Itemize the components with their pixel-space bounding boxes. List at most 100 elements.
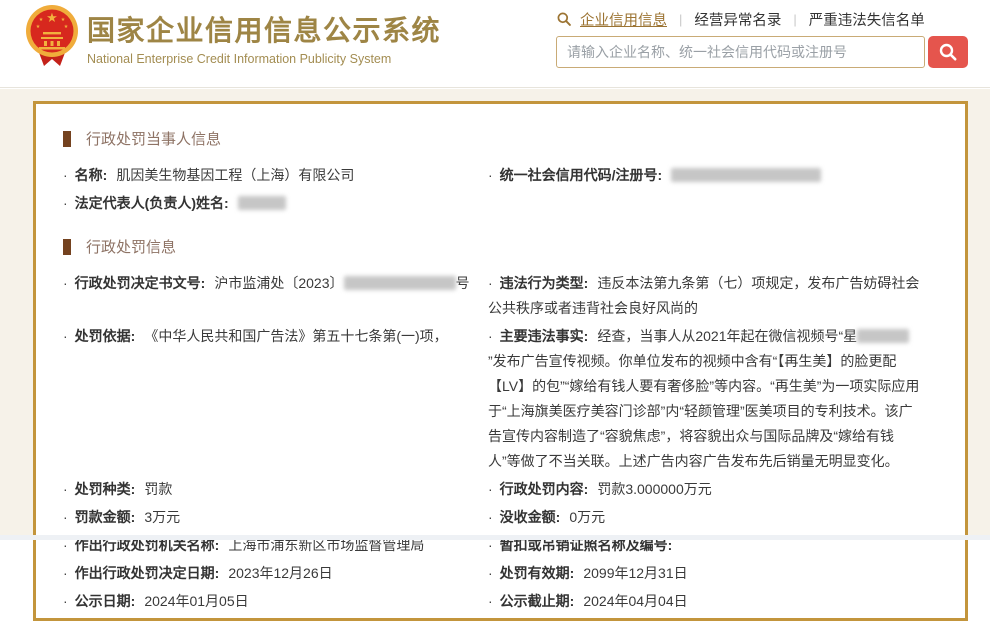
- bullet: ·: [63, 328, 68, 344]
- bullet: ·: [63, 481, 68, 497]
- party-fields: · 名称: 肌因美生物基因工程（上海）有限公司 · 统一社会信用代码/注册号: · 法定…: [63, 163, 939, 216]
- field-publicity-end-date: · 公示截止期: 2024年04月04日: [488, 589, 939, 614]
- svg-text:★: ★: [46, 10, 58, 25]
- brand-text: 国家企业信用信息公示系统 National Enterprise Credit …: [87, 4, 441, 66]
- svg-text:★: ★: [36, 24, 41, 30]
- field-label: 违法行为类型:: [500, 275, 589, 291]
- bullet: ·: [488, 565, 493, 581]
- nav-link-abnormal-operations-list[interactable]: 经营异常名录: [694, 9, 781, 30]
- redacted-value: [238, 196, 286, 210]
- bullet: ·: [63, 275, 68, 291]
- svg-text:★: ★: [39, 17, 44, 23]
- field-label: 处罚有效期:: [500, 565, 575, 581]
- search-input[interactable]: [556, 36, 925, 68]
- field-fine-amount: · 罚款金额: 3万元: [63, 505, 488, 530]
- national-emblem-logo: ★ ★ ★ ★ ★: [24, 4, 80, 68]
- field-label: 名称:: [75, 167, 108, 183]
- bottom-strip: [0, 535, 990, 540]
- field-publicity-date: · 公示日期: 2024年01月05日: [63, 589, 488, 614]
- bullet: ·: [488, 167, 493, 183]
- field-label: 主要违法事实:: [500, 328, 589, 344]
- field-uscc: · 统一社会信用代码/注册号:: [488, 163, 939, 188]
- section-marker: [63, 239, 71, 255]
- bullet: ·: [63, 565, 68, 581]
- search-icon: [556, 11, 572, 27]
- field-decision-doc-no: · 行政处罚决定书文号: 沪市监浦处〔2023〕 号: [63, 271, 488, 321]
- empty-cell: [488, 191, 939, 216]
- section-title: 行政处罚当事人信息: [86, 128, 221, 149]
- field-decision-date: · 作出行政处罚决定日期: 2023年12月26日: [63, 561, 488, 586]
- field-value: 2024年01月05日: [144, 593, 248, 609]
- svg-text:★: ★: [64, 24, 69, 30]
- nav-separator: |: [793, 12, 796, 27]
- field-label: 罚款金额:: [75, 509, 136, 525]
- field-value: 2024年04月04日: [583, 593, 687, 609]
- field-label: 公示日期:: [75, 593, 136, 609]
- svg-text:★: ★: [61, 17, 66, 23]
- redacted-value: [671, 168, 821, 182]
- field-label: 法定代表人(负责人)姓名:: [75, 195, 229, 211]
- magnifier-icon: [938, 42, 958, 62]
- field-name: · 名称: 肌因美生物基因工程（上海）有限公司: [63, 163, 488, 188]
- field-violation-type: ·违法行为类型:违反本法第九条第（七）项规定，发布广告妨碍社会公共秩序或者违背社…: [488, 271, 939, 321]
- field-label: 行政处罚决定书文号:: [75, 275, 206, 291]
- field-label: 公示截止期:: [500, 593, 575, 609]
- field-confiscation-amount: · 没收金额: 0万元: [488, 505, 939, 530]
- field-label: 处罚依据:: [75, 328, 136, 344]
- bullet: ·: [63, 593, 68, 609]
- site-subtitle: National Enterprise Credit Information P…: [87, 52, 441, 66]
- field-label: 统一社会信用代码/注册号:: [500, 167, 663, 183]
- field-value: 罚款: [144, 481, 172, 497]
- field-label: 处罚种类:: [75, 481, 136, 497]
- field-value: 2023年12月26日: [228, 565, 332, 581]
- bullet: ·: [488, 509, 493, 525]
- doc-no-suffix: 号: [456, 275, 470, 291]
- field-value: 0万元: [569, 509, 605, 525]
- facts-text-part2: ”发布广告宣传视频。你单位发布的视频中含有“【再生美】的脸更配【LV】的包”“嫁…: [488, 353, 919, 469]
- field-label: 作出行政处罚决定日期:: [75, 565, 220, 581]
- field-value-redacted: [238, 195, 286, 211]
- quick-nav: 企业信用信息 | 经营异常名录 | 严重违法失信名单: [556, 9, 968, 29]
- field-value: 经查，当事人从2021年起在微信视频号“星”发布广告宣传视频。你单位发布的视频中…: [488, 328, 919, 469]
- bullet: ·: [63, 509, 68, 525]
- nav-link-enterprise-credit-info[interactable]: 企业信用信息: [580, 9, 667, 30]
- section-title: 行政处罚信息: [86, 236, 176, 257]
- field-validity-period: · 处罚有效期: 2099年12月31日: [488, 561, 939, 586]
- field-value: 3万元: [144, 509, 180, 525]
- bullet: ·: [63, 195, 68, 211]
- penalty-fields: ·行政处罚决定书文号:沪市监浦处〔2023〕号 ·违法行为类型:违反本法第九条第…: [63, 271, 939, 614]
- field-value: 沪市监浦处〔2023〕 号: [214, 275, 469, 291]
- header-right: 企业信用信息 | 经营异常名录 | 严重违法失信名单: [556, 9, 968, 68]
- redacted-value: [344, 276, 456, 290]
- bullet: ·: [488, 328, 493, 344]
- section-party-info: 行政处罚当事人信息: [63, 128, 939, 149]
- site-title: 国家企业信用信息公示系统: [87, 9, 441, 49]
- search-bar: [556, 36, 968, 68]
- field-penalty-type: · 处罚种类: 罚款: [63, 477, 488, 502]
- field-value-redacted: [671, 167, 821, 183]
- search-button[interactable]: [928, 36, 968, 68]
- field-penalty-basis: · 处罚依据: 《中华人民共和国广告法》第五十七条第(一)项，: [63, 324, 488, 474]
- field-label: 行政处罚内容:: [500, 481, 589, 497]
- bullet: ·: [488, 593, 493, 609]
- bullet: ·: [488, 481, 493, 497]
- field-value: 《中华人民共和国广告法》第五十七条第(一)项，: [144, 328, 447, 344]
- doc-no-prefix: 沪市监浦处〔2023〕: [214, 275, 343, 291]
- field-value: 2099年12月31日: [583, 565, 687, 581]
- bullet: ·: [63, 167, 68, 183]
- field-label: 没收金额:: [500, 509, 561, 525]
- field-legal-rep: · 法定代表人(负责人)姓名:: [63, 191, 488, 216]
- section-marker: [63, 131, 71, 147]
- nav-link-serious-violations-list[interactable]: 严重违法失信名单: [809, 9, 925, 30]
- content-area: 行政处罚当事人信息 · 名称: 肌因美生物基因工程（上海）有限公司 · 统一社会信用代…: [0, 89, 990, 535]
- section-penalty-info: 行政处罚信息: [63, 236, 939, 257]
- redacted-value: [857, 329, 909, 343]
- field-penalty-content: · 行政处罚内容: 罚款3.000000万元: [488, 477, 939, 502]
- site-header: ★ ★ ★ ★ ★ 国家企业信用信息公示系统 National Enterpri…: [0, 0, 990, 88]
- field-value: 肌因美生物基因工程（上海）有限公司: [116, 167, 354, 183]
- field-value: 罚款3.000000万元: [597, 481, 711, 497]
- brand: ★ ★ ★ ★ ★ 国家企业信用信息公示系统 National Enterpri…: [24, 4, 441, 68]
- bullet: ·: [488, 275, 493, 291]
- penalty-detail-panel: 行政处罚当事人信息 · 名称: 肌因美生物基因工程（上海）有限公司 · 统一社会信用代…: [33, 101, 968, 621]
- field-main-illegal-facts: · 主要违法事实:经查，当事人从2021年起在微信视频号“星”发布广告宣传视频。你…: [488, 324, 939, 474]
